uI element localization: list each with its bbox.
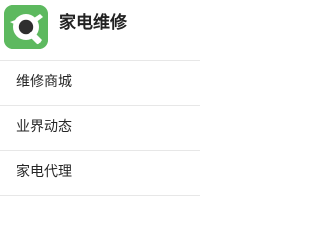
app-logo xyxy=(4,5,48,49)
header: 家电维修 xyxy=(0,0,200,50)
menu-item-industry-news[interactable]: 业界动态 xyxy=(0,106,200,151)
menu-item-label: 业界动态 xyxy=(16,119,72,135)
menu-item-appliance-agency[interactable]: 家电代理 xyxy=(0,151,200,196)
app-root: 家电维修 维修商城 业界动态 家电代理 xyxy=(0,0,200,200)
wrench-icon xyxy=(4,5,48,49)
menu-item-label: 维修商城 xyxy=(16,74,72,90)
menu-item-repair-mall[interactable]: 维修商城 xyxy=(0,61,200,106)
menu-list: 维修商城 业界动态 家电代理 xyxy=(0,60,200,196)
menu-item-label: 家电代理 xyxy=(16,164,72,180)
page-title: 家电维修 xyxy=(59,13,127,33)
